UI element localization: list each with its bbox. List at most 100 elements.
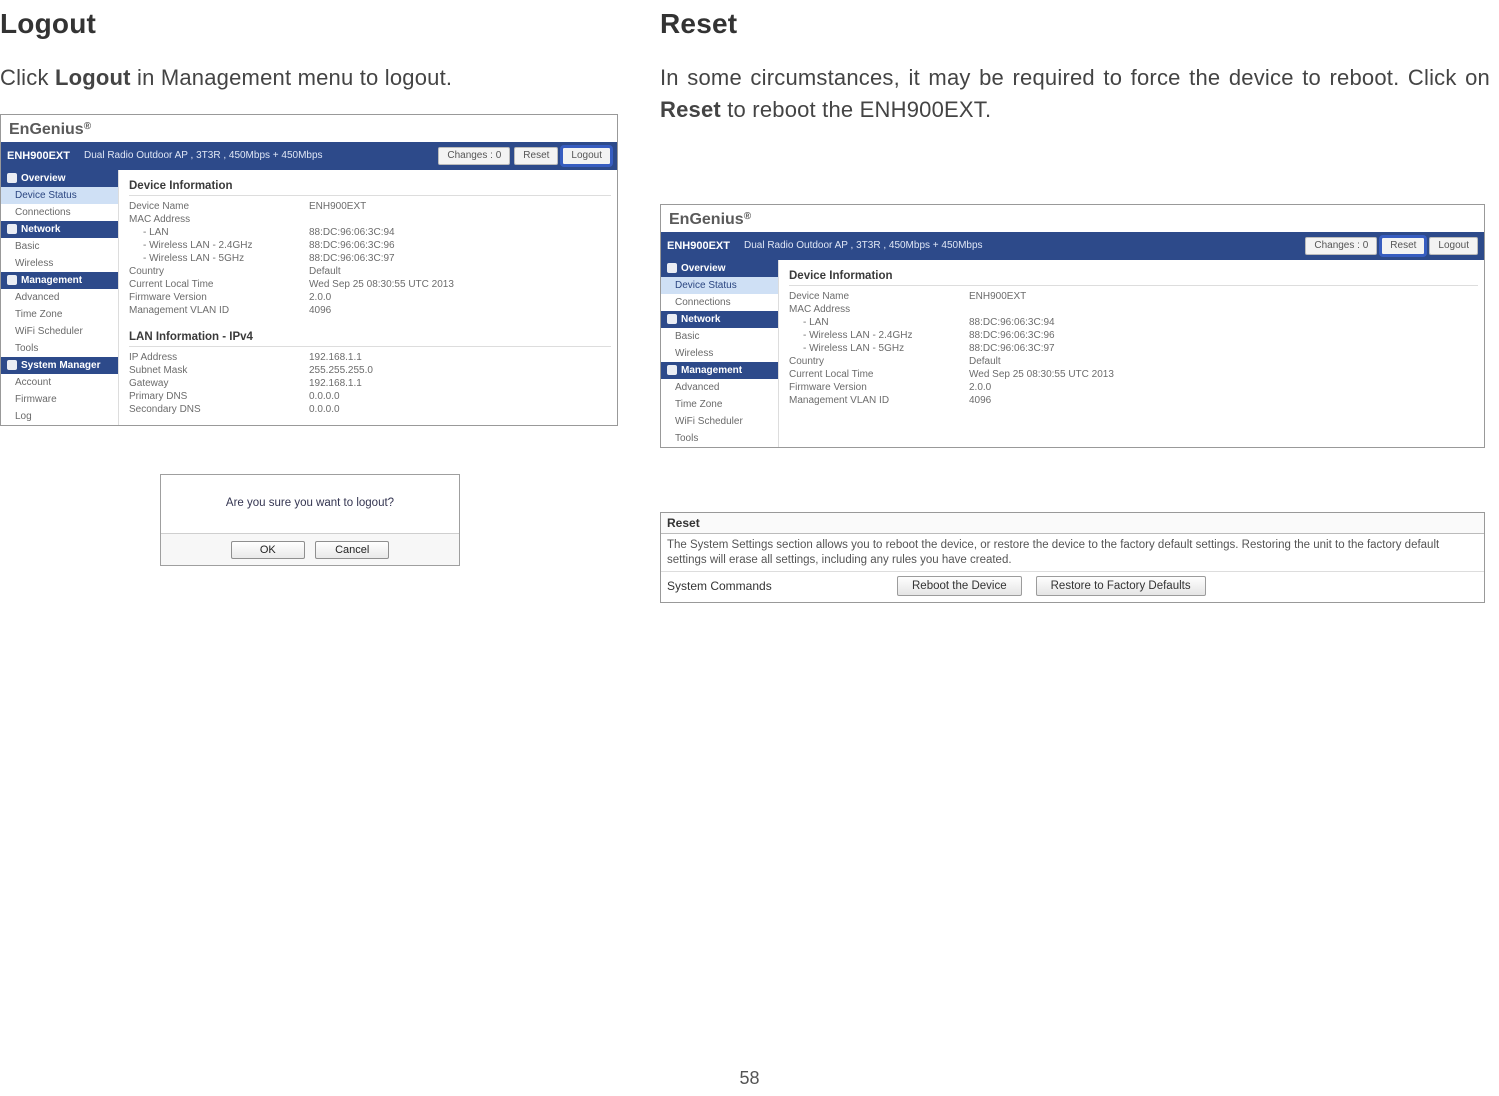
sidebar-item-account[interactable]: Account: [1, 374, 118, 391]
kv-key: - LAN: [789, 317, 969, 328]
sidebar-item-firmware[interactable]: Firmware: [1, 391, 118, 408]
kv-key: Gateway: [129, 378, 309, 389]
table-row: Management VLAN ID4096: [129, 304, 611, 317]
logout-button[interactable]: Logout: [1429, 237, 1478, 255]
kv-val: 2.0.0: [309, 292, 611, 303]
sidebar-item-wifi-scheduler[interactable]: WiFi Scheduler: [1, 323, 118, 340]
logout-button[interactable]: Logout: [562, 147, 611, 165]
user-icon: [7, 360, 17, 370]
reset-button[interactable]: Reset: [514, 147, 558, 165]
cancel-button[interactable]: Cancel: [315, 541, 389, 559]
sidebar-group-overview[interactable]: Overview: [661, 260, 778, 277]
sidebar-item-device-status[interactable]: Device Status: [661, 277, 778, 294]
kv-val: 88:DC:96:06:3C:97: [969, 343, 1478, 354]
kv-key: Device Name: [129, 201, 309, 212]
sidebar-group-management[interactable]: Management: [1, 272, 118, 289]
brand-name: EnGenius: [669, 211, 744, 228]
sidebar-item-connections[interactable]: Connections: [661, 294, 778, 311]
info-icon: [7, 173, 17, 183]
sidebar-group-label: System Manager: [21, 360, 100, 371]
kv-key: Country: [789, 356, 969, 367]
model-desc: Dual Radio Outdoor AP , 3T3R , 450Mbps +…: [84, 150, 323, 161]
reboot-device-button[interactable]: Reboot the Device: [897, 576, 1022, 596]
restore-factory-defaults-button[interactable]: Restore to Factory Defaults: [1036, 576, 1206, 596]
kv-key: Management VLAN ID: [129, 305, 309, 316]
table-row: Gateway192.168.1.1: [129, 377, 611, 390]
text-bold: Reset: [660, 97, 721, 122]
header-bar: ENH900EXT Dual Radio Outdoor AP , 3T3R ,…: [1, 142, 617, 170]
kv-val: 88:DC:96:06:3C:96: [969, 330, 1478, 341]
dialog-message: Are you sure you want to logout?: [161, 475, 459, 533]
sidebar-item-tools[interactable]: Tools: [1, 340, 118, 357]
sidebar-group-overview[interactable]: Overview: [1, 170, 118, 187]
sidebar-item-log[interactable]: Log: [1, 408, 118, 425]
changes-button[interactable]: Changes : 0: [438, 147, 510, 165]
sidebar-item-wireless[interactable]: Wireless: [661, 345, 778, 362]
kv-val: 88:DC:96:06:3C:94: [309, 227, 611, 238]
sidebar-item-wifi-scheduler[interactable]: WiFi Scheduler: [661, 413, 778, 430]
sidebar-group-label: Overview: [21, 173, 65, 184]
section-title-reset: Reset: [660, 8, 1490, 40]
text: to reboot the ENH900EXT.: [721, 97, 991, 122]
sidebar: Overview Device Status Connections Netwo…: [661, 260, 779, 447]
model-desc: Dual Radio Outdoor AP , 3T3R , 450Mbps +…: [744, 240, 983, 251]
changes-button[interactable]: Changes : 0: [1305, 237, 1377, 255]
table-row: IP Address192.168.1.1: [129, 351, 611, 364]
sidebar-item-advanced[interactable]: Advanced: [1, 289, 118, 306]
page-number: 58: [0, 1068, 1499, 1089]
kv-val: 0.0.0.0: [309, 391, 611, 402]
sidebar-group-system-manager[interactable]: System Manager: [1, 357, 118, 374]
content-area: Device Information Device NameENH900EXT …: [779, 260, 1484, 447]
reset-button[interactable]: Reset: [1381, 237, 1425, 255]
table-row: Device NameENH900EXT: [129, 200, 611, 213]
sidebar-item-connections[interactable]: Connections: [1, 204, 118, 221]
kv-key: Primary DNS: [129, 391, 309, 402]
screenshot-logout: EnGenius® ENH900EXT Dual Radio Outdoor A…: [0, 114, 618, 426]
ok-button[interactable]: OK: [231, 541, 305, 559]
table-row: MAC Address: [129, 213, 611, 226]
table-row: Management VLAN ID4096: [789, 394, 1478, 407]
screenshot-reset: EnGenius® ENH900EXT Dual Radio Outdoor A…: [660, 204, 1485, 448]
system-commands-label: System Commands: [667, 579, 883, 593]
kv-key: Firmware Version: [789, 382, 969, 393]
kv-val: [969, 304, 1478, 315]
table-row: - Wireless LAN - 5GHz88:DC:96:06:3C:97: [789, 342, 1478, 355]
sidebar-item-device-status[interactable]: Device Status: [1, 187, 118, 204]
sidebar-item-time-zone[interactable]: Time Zone: [661, 396, 778, 413]
sidebar-item-basic[interactable]: Basic: [1, 238, 118, 255]
device-information-heading: Device Information: [129, 174, 611, 196]
kv-val: [309, 214, 611, 225]
table-row: CountryDefault: [789, 355, 1478, 368]
kv-key: MAC Address: [789, 304, 969, 315]
sidebar-group-label: Management: [21, 275, 82, 286]
sidebar-group-network[interactable]: Network: [661, 311, 778, 328]
share-icon: [667, 314, 677, 324]
sidebar-group-network[interactable]: Network: [1, 221, 118, 238]
share-icon: [7, 224, 17, 234]
table-row: - LAN88:DC:96:06:3C:94: [789, 316, 1478, 329]
sidebar-group-management[interactable]: Management: [661, 362, 778, 379]
kv-val: 2.0.0: [969, 382, 1478, 393]
sidebar-group-label: Network: [681, 314, 720, 325]
table-row: Device NameENH900EXT: [789, 290, 1478, 303]
sidebar-item-time-zone[interactable]: Time Zone: [1, 306, 118, 323]
table-row: - Wireless LAN - 5GHz88:DC:96:06:3C:97: [129, 252, 611, 265]
table-row: Current Local TimeWed Sep 25 08:30:55 UT…: [789, 368, 1478, 381]
sidebar-item-basic[interactable]: Basic: [661, 328, 778, 345]
gear-icon: [7, 275, 17, 285]
kv-val: 4096: [969, 395, 1478, 406]
info-icon: [667, 263, 677, 273]
kv-val: 0.0.0.0: [309, 404, 611, 415]
sidebar-item-wireless[interactable]: Wireless: [1, 255, 118, 272]
kv-key: Secondary DNS: [129, 404, 309, 415]
kv-key: Subnet Mask: [129, 365, 309, 376]
sidebar-item-tools[interactable]: Tools: [661, 430, 778, 447]
kv-key: Current Local Time: [129, 279, 309, 290]
sidebar-item-advanced[interactable]: Advanced: [661, 379, 778, 396]
logout-instruction: Click Logout in Management menu to logou…: [0, 62, 620, 94]
table-row: Subnet Mask255.255.255.0: [129, 364, 611, 377]
brand-registered-icon: ®: [744, 211, 751, 222]
table-row: Firmware Version2.0.0: [129, 291, 611, 304]
kv-key: - LAN: [129, 227, 309, 238]
kv-val: 88:DC:96:06:3C:94: [969, 317, 1478, 328]
